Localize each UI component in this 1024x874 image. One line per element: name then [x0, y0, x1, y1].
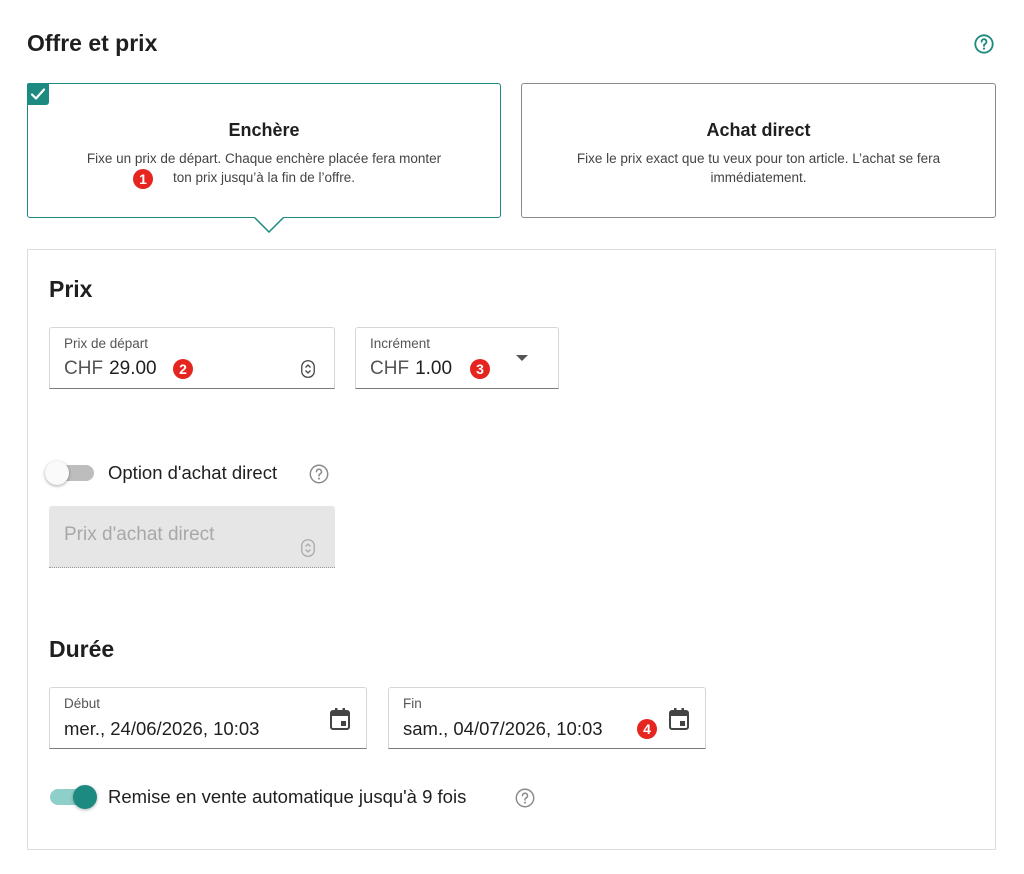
increment-select[interactable]: Incrément CHF 1.00 3	[355, 327, 559, 389]
calendar-icon[interactable]	[668, 707, 690, 731]
annotation-badge: 1	[133, 169, 153, 189]
section-title-price: Prix	[49, 276, 93, 302]
offer-card-title: Achat direct	[706, 120, 811, 140]
field-label: Incrément	[370, 336, 431, 351]
end-date-value: sam., 04/07/2026, 10:03	[403, 718, 603, 739]
offer-card-description: Fixe le prix exact que tu veux pour ton …	[576, 151, 941, 185]
offer-card-auction[interactable]: Enchère Fixe un prix de départ. Chaque e…	[27, 83, 501, 233]
stepper-icon[interactable]	[301, 360, 315, 378]
toggle-thumb[interactable]	[45, 461, 69, 485]
start-price-value: 29.00	[109, 358, 157, 379]
field-label: Fin	[403, 696, 422, 711]
buy-now-toggle-label: Option d'achat direct	[108, 462, 278, 483]
start-date-field[interactable]: Début mer., 24/06/2026, 10:03	[49, 687, 367, 749]
offer-card-description: Fixe un prix de départ. Chaque enchère p…	[86, 151, 442, 185]
check-icon	[27, 83, 49, 105]
annotation-badge: 2	[173, 359, 193, 379]
dropdown-arrow-icon[interactable]	[515, 354, 529, 362]
annotation-badge: 3	[470, 359, 490, 379]
section-title-duration: Durée	[49, 636, 115, 662]
end-date-field[interactable]: Fin sam., 04/07/2026, 10:03 4	[388, 687, 706, 749]
stepper-icon	[301, 539, 315, 557]
buy-now-price-field: Prix d'achat direct	[49, 506, 335, 568]
offer-settings-panel: Prix Prix de départ CHF 29.00 2 Incrément…	[27, 249, 996, 850]
start-price-field[interactable]: Prix de départ CHF 29.00 2	[49, 327, 335, 389]
field-value: CHF 1.00	[370, 358, 452, 380]
toggle-thumb[interactable]	[73, 785, 97, 809]
currency-label: CHF	[370, 358, 410, 379]
annotation-badge: 4	[637, 719, 657, 739]
help-circle-icon[interactable]	[973, 33, 995, 55]
field-value: CHF 29.00	[64, 358, 157, 380]
offer-card-direct-buy[interactable]: Achat direct Fixe le prix exact que tu v…	[521, 83, 996, 218]
page-title: Offre et prix	[27, 30, 158, 56]
field-label: Prix de départ	[64, 336, 149, 351]
calendar-icon[interactable]	[329, 707, 351, 731]
increment-value: 1.00	[415, 358, 453, 379]
offer-card-title: Enchère	[228, 120, 300, 140]
start-date-value: mer., 24/06/2026, 10:03	[64, 718, 260, 739]
field-label: Début	[64, 696, 101, 711]
help-circle-icon[interactable]	[308, 463, 330, 485]
help-circle-icon[interactable]	[514, 787, 536, 809]
relist-toggle-label: Remise en vente automatique jusqu'à 9 fo…	[108, 786, 467, 807]
currency-label: CHF	[64, 358, 104, 379]
field-placeholder: Prix d'achat direct	[64, 524, 215, 545]
card-pointer-arrow	[254, 217, 284, 233]
